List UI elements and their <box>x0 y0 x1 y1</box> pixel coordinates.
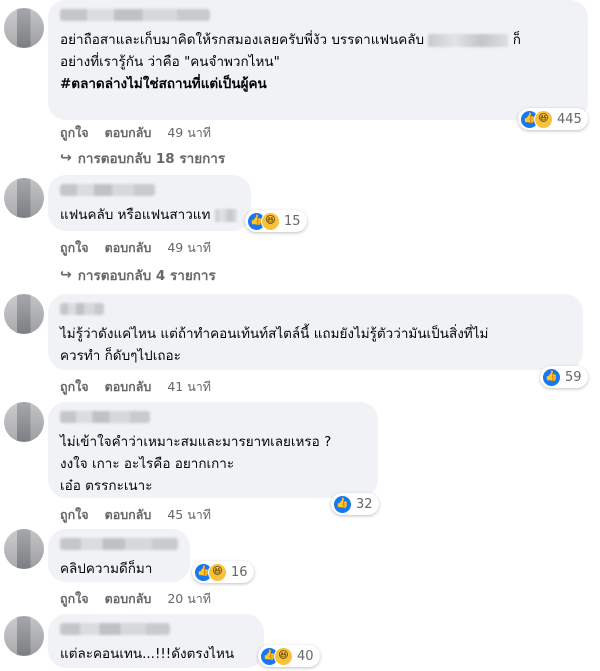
haha-icon: 😆 <box>534 109 553 129</box>
comment-text: แฟนคลับ หรือแฟนสาวแท <box>60 204 239 226</box>
reaction-summary[interactable]: 👍 32 <box>331 493 379 515</box>
reaction-count: 40 <box>297 648 314 664</box>
comment-text-line: ไม่รู้ว่าดังแค่ไหน แต่ถ้าทำคอนเท้นท์สไตล… <box>60 326 489 342</box>
avatar[interactable] <box>4 294 44 334</box>
like-button[interactable]: ถูกใจ <box>60 505 89 525</box>
reply-button[interactable]: ตอบกลับ <box>105 589 152 609</box>
comment-bubble: คลิปความดีก็มา <box>48 529 190 582</box>
reaction-summary[interactable]: 👍 59 <box>540 366 588 388</box>
avatar[interactable] <box>4 8 44 48</box>
view-replies-link[interactable]: ↪ การตอบกลับ 18 รายการ <box>60 147 225 169</box>
comment-text-line: อย่างที่เรารู้กัน ว่าคือ "คนจำพวกไหน" <box>60 54 280 70</box>
comment-bubble: ไม่รู้ว่าดังแค่ไหน แต่ถ้าทำคอนเท้นท์สไตล… <box>48 294 583 370</box>
comment-text-line: คลิปความดีก็มา <box>60 561 153 577</box>
comment-text-line: ก็ <box>512 32 521 48</box>
like-icon: 👍 <box>542 367 561 387</box>
comment-text-line: ไม่เข้าใจคำว่าเหมาะสมและมารยาทเลยเหรอ ? <box>60 434 332 450</box>
reaction-count: 445 <box>557 111 582 127</box>
reply-button[interactable]: ตอบกลับ <box>105 377 152 397</box>
comment-text-line: เอ๋อ ตรรกะเนาะ <box>60 478 153 494</box>
commenter-name-blurred[interactable] <box>60 538 178 550</box>
commenter-name-blurred[interactable] <box>60 184 155 196</box>
comment-bubble: ไม่เข้าใจคำว่าเหมาะสมและมารยาทเลยเหรอ ? … <box>48 402 378 498</box>
reaction-summary[interactable]: 👍 😆 15 <box>245 210 307 232</box>
commenter-name-blurred[interactable] <box>60 411 150 423</box>
comment-text-line: อย่าถือสาและเก็บมาคิดให้รกสมองเลยครับพี่… <box>60 32 425 48</box>
comment-actions: ถูกใจ ตอบกลับ 49 นาที <box>60 123 211 143</box>
commenter-name-blurred[interactable] <box>60 303 104 315</box>
like-button[interactable]: ถูกใจ <box>60 589 89 609</box>
reaction-count: 32 <box>356 496 373 512</box>
view-replies-link[interactable]: ↪ การตอบกลับ 4 รายการ <box>60 264 216 286</box>
reaction-count: 59 <box>565 369 582 385</box>
reply-button[interactable]: ตอบกลับ <box>105 505 152 525</box>
haha-icon: 😆 <box>208 562 227 582</box>
avatar[interactable] <box>4 178 44 218</box>
reaction-count: 15 <box>284 213 301 229</box>
comment-timestamp[interactable]: 45 นาที <box>167 505 211 525</box>
avatar[interactable] <box>4 529 44 569</box>
comment-text: อย่าถือสาและเก็บมาคิดให้รกสมองเลยครับพี่… <box>60 29 576 51</box>
reply-arrow-icon: ↪ <box>60 150 72 166</box>
reaction-count: 16 <box>231 564 248 580</box>
comment-actions: ถูกใจ ตอบกลับ 45 นาที <box>60 505 211 525</box>
comment-text-line: ควรทำ ก็ดับๆไปเถอะ <box>60 348 181 364</box>
comment-timestamp[interactable]: 49 นาที <box>167 123 211 143</box>
like-button[interactable]: ถูกใจ <box>60 123 89 143</box>
reaction-summary[interactable]: 👍 😆 445 <box>518 108 588 130</box>
view-replies-label: การตอบกลับ 18 รายการ <box>77 151 226 167</box>
reply-button[interactable]: ตอบกลับ <box>105 123 152 143</box>
like-button[interactable]: ถูกใจ <box>60 238 89 258</box>
reaction-summary[interactable]: 👍 😆 40 <box>258 645 320 667</box>
comment-actions: ถูกใจ ตอบกลับ 49 นาที <box>60 238 211 258</box>
comment-timestamp[interactable]: 41 นาที <box>167 377 211 397</box>
comment-bubble: แฟนคลับ หรือแฟนสาวแท <box>48 175 251 231</box>
like-button[interactable]: ถูกใจ <box>60 377 89 397</box>
blurred-name <box>214 208 237 222</box>
reply-arrow-icon: ↪ <box>60 267 72 283</box>
avatar[interactable] <box>4 616 44 656</box>
like-icon: 👍 <box>333 494 352 514</box>
comment-timestamp[interactable]: 49 นาที <box>167 238 211 258</box>
view-replies-label: การตอบกลับ 4 รายการ <box>77 268 216 284</box>
commenter-name-blurred[interactable] <box>60 623 170 635</box>
comment-timestamp[interactable]: 20 นาที <box>167 589 211 609</box>
haha-icon: 😆 <box>274 646 293 666</box>
blurred-name <box>428 33 509 47</box>
comment-bubble: แต่ละคอนเทน...!!!ดังตรงไหน <box>48 614 264 668</box>
comment-text-line: งงใจ เกาะ อะไรคือ อยากเกาะ <box>60 456 235 472</box>
hashtag-link[interactable]: #ตลาดล่างไม่ใช่สถานที่แต่เป็นผู้คน <box>60 73 576 95</box>
reaction-summary[interactable]: 👍 😆 16 <box>192 561 254 583</box>
comment-text-line: แฟนคลับ หรือแฟนสาวแท <box>60 207 211 223</box>
reply-button[interactable]: ตอบกลับ <box>105 238 152 258</box>
comment-bubble: อย่าถือสาและเก็บมาคิดให้รกสมองเลยครับพี่… <box>48 0 588 120</box>
commenter-name-blurred[interactable] <box>60 9 210 21</box>
avatar[interactable] <box>4 402 44 442</box>
haha-icon: 😆 <box>261 211 280 231</box>
comment-actions: ถูกใจ ตอบกลับ 20 นาที <box>60 589 211 609</box>
comment-actions: ถูกใจ ตอบกลับ 41 นาที <box>60 377 211 397</box>
comment-text-line: แต่ละคอนเทน...!!!ดังตรงไหน <box>60 646 235 662</box>
